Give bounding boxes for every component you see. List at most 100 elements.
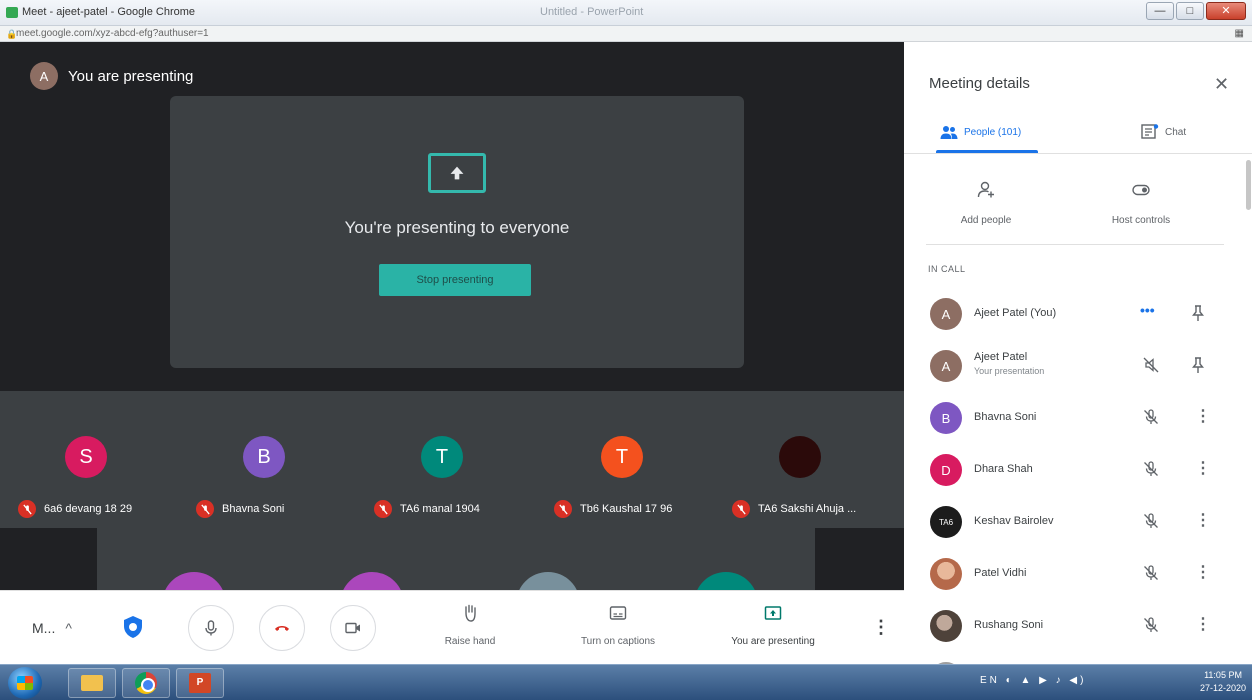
camera-button[interactable] xyxy=(330,605,376,651)
participant-name: TA6 Sakshi Ahuja ... xyxy=(758,503,857,515)
chat-icon xyxy=(1141,124,1159,139)
presentation-card: You're presenting to everyone Stop prese… xyxy=(170,96,744,368)
participant-tiles: S 6a6 devang 18 29 B Bhavna Soni T TA6 m… xyxy=(0,391,904,590)
participant-tile[interactable]: S 6a6 devang 18 29 xyxy=(0,391,170,528)
address-bar[interactable]: 🔒 meet.google.com/xyz-abcd-efg?authuser=… xyxy=(0,26,1252,42)
leave-call-button[interactable] xyxy=(259,605,305,651)
pin-icon[interactable] xyxy=(1190,356,1206,374)
more-options-icon[interactable]: ⋮ xyxy=(1195,510,1211,530)
participant-name-row: TA6 manal 1904 xyxy=(374,500,480,518)
mic-off-icon xyxy=(196,500,214,518)
host-controls-button[interactable]: Host controls xyxy=(1081,180,1201,226)
participant-tile[interactable]: B Bhavna Soni xyxy=(178,391,348,528)
shield-icon[interactable] xyxy=(122,615,144,639)
mic-off-icon[interactable] xyxy=(1142,460,1160,478)
people-tab-label: People (101) xyxy=(964,126,1022,138)
audio-off-icon[interactable] xyxy=(1142,356,1160,374)
maximize-button[interactable]: □ xyxy=(1176,2,1204,20)
participant-name: Bhavna Soni xyxy=(222,503,285,515)
raise-hand-button[interactable]: Raise hand xyxy=(405,603,535,647)
participant-avatar-partial xyxy=(516,572,580,590)
add-people-button[interactable]: Add people xyxy=(926,180,1046,226)
more-options-icon[interactable]: ⋮ xyxy=(1195,458,1211,478)
participant-avatar-partial xyxy=(340,572,404,590)
taskbar-powerpoint[interactable]: P xyxy=(176,668,224,698)
participant-name: Ajeet Patel (You) xyxy=(974,307,1057,319)
participant-photo-avatar xyxy=(930,610,962,642)
pin-icon[interactable] xyxy=(1190,304,1206,322)
close-panel-icon[interactable]: ✕ xyxy=(1214,74,1229,95)
extension-icon[interactable]: ▦ xyxy=(1235,28,1244,39)
present-screen-icon xyxy=(428,153,486,193)
participant-name: Patel Vidhi xyxy=(974,567,1027,579)
participant-name: TA6 manal 1904 xyxy=(400,503,480,515)
window-controls: — □ ✕ xyxy=(1146,2,1246,20)
hang-up-icon xyxy=(275,626,289,631)
more-options-icon[interactable]: ⋮ xyxy=(1195,562,1211,582)
more-options-icon[interactable]: ⋮ xyxy=(872,617,890,638)
start-button[interactable] xyxy=(8,667,42,699)
taskbar-chrome[interactable] xyxy=(122,668,170,698)
participant-row[interactable]: TA6 Keshav Bairolev ⋮ xyxy=(904,496,1252,548)
mic-off-icon[interactable] xyxy=(1142,408,1160,426)
participant-name: 6a6 devang 18 29 xyxy=(44,503,133,515)
mic-off-icon[interactable] xyxy=(1142,564,1160,582)
participant-row[interactable]: A Ajeet Patel (You) ••• xyxy=(904,288,1252,340)
participant-row[interactable]: Patel Vidhi ⋮ xyxy=(904,548,1252,600)
tile-gap xyxy=(815,528,904,590)
participant-avatar-partial xyxy=(694,572,758,590)
microphone-button[interactable] xyxy=(188,605,234,651)
participant-name-row: 6a6 devang 18 29 xyxy=(18,500,132,518)
hand-icon xyxy=(465,604,476,622)
participant-avatar: D xyxy=(930,454,962,486)
present-icon xyxy=(764,606,782,620)
panel-scrollbar[interactable] xyxy=(1246,160,1251,210)
participant-tile[interactable]: T Tb6 Kaushal 17 96 xyxy=(536,391,706,528)
taskbar-explorer[interactable] xyxy=(68,668,116,698)
more-options-icon[interactable]: ⋮ xyxy=(1195,614,1211,634)
mic-off-icon[interactable] xyxy=(1142,512,1160,530)
powerpoint-icon: P xyxy=(189,673,211,693)
minimize-button[interactable]: — xyxy=(1146,2,1174,20)
participant-avatar: TA6 xyxy=(930,506,962,538)
participant-name-row: Tb6 Kaushal 17 96 xyxy=(554,500,672,518)
url-text[interactable]: meet.google.com/xyz-abcd-efg?authuser=1 xyxy=(16,28,209,39)
close-window-button[interactable]: ✕ xyxy=(1206,2,1246,20)
tab-chat[interactable]: Chat xyxy=(1141,124,1186,140)
toggle-icon xyxy=(1132,184,1150,196)
system-tray[interactable]: EN ◐ ▲ ▶ ♪ ◀) xyxy=(980,675,1086,686)
meeting-details-toggle[interactable]: M... ^ xyxy=(32,620,72,636)
windows-taskbar: P EN ◐ ▲ ▶ ♪ ◀) 11:05 PM 27-12-2020 xyxy=(0,664,1252,700)
chat-tab-label: Chat xyxy=(1165,126,1187,138)
participant-row[interactable]: D Dhara Shah ⋮ xyxy=(904,444,1252,496)
background-window-title: Untitled - PowerPoint xyxy=(540,6,644,18)
participant-row-partial[interactable] xyxy=(904,652,1252,664)
participant-row[interactable]: A Ajeet Patel Your presentation xyxy=(904,340,1252,392)
more-options-icon[interactable]: ⋮ xyxy=(1195,406,1211,426)
meeting-controls: M... ^ Raise hand Turn on captions You a… xyxy=(0,590,904,664)
captions-button[interactable]: Turn on captions xyxy=(553,603,683,647)
presenter-avatar: A xyxy=(30,62,58,90)
participant-avatar: B xyxy=(930,402,962,434)
meeting-stage: A You are presenting You're presenting t… xyxy=(0,42,904,590)
add-person-icon xyxy=(977,181,994,198)
participant-row[interactable]: B Bhavna Soni ⋮ xyxy=(904,392,1252,444)
mic-off-icon[interactable] xyxy=(1142,616,1160,634)
participant-row[interactable]: Rushang Soni ⋮ xyxy=(904,600,1252,652)
participant-tile[interactable]: T TA6 manal 1904 xyxy=(356,391,526,528)
participant-avatar: T xyxy=(601,436,643,478)
chevron-up-icon: ^ xyxy=(65,620,72,636)
screen: Meet - ajeet-patel - Google Chrome Untit… xyxy=(0,0,1252,700)
stop-presenting-button[interactable]: Stop presenting xyxy=(379,264,531,296)
presenting-header: A You are presenting xyxy=(30,62,193,90)
present-now-button[interactable]: You are presenting xyxy=(708,603,838,647)
taskbar-clock[interactable]: 11:05 PM 27-12-2020 xyxy=(1200,669,1246,695)
participant-tile[interactable]: TA6 Sakshi Ahuja ... xyxy=(714,391,884,528)
presenting-status-label: You are presenting xyxy=(731,636,815,647)
panel-title: Meeting details xyxy=(929,75,1030,92)
captions-icon xyxy=(609,606,627,620)
captions-label: Turn on captions xyxy=(580,636,656,647)
participant-avatar: A xyxy=(930,350,962,382)
meeting-name: M... xyxy=(32,620,56,636)
tab-people[interactable]: People (101) xyxy=(940,124,1021,140)
